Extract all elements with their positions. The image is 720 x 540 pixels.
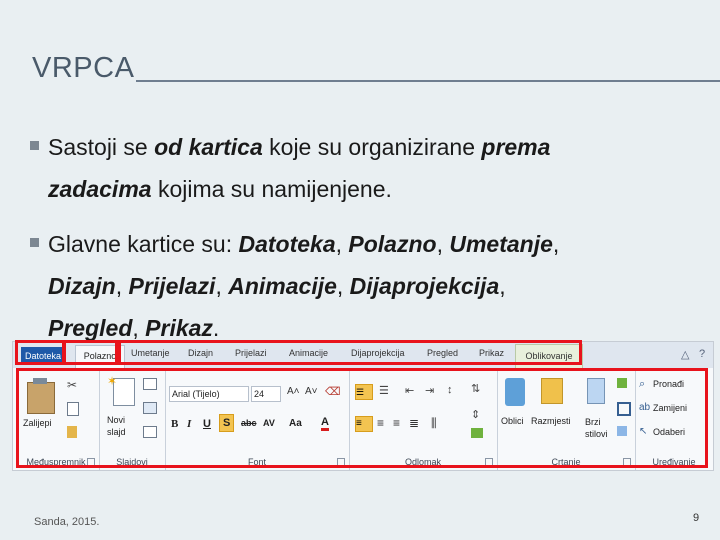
slide-title: VRPCA — [32, 52, 135, 84]
title-underline — [136, 80, 720, 82]
bullet-text-2: Glavne kartice su: Datoteka, Polazno, Um… — [48, 231, 560, 341]
page-number: 9 — [693, 512, 700, 524]
highlight-other-tabs — [118, 340, 582, 365]
bullet-text-1: Sastoji se od kartica koje su organizira… — [48, 134, 551, 202]
minimize-ribbon-icon[interactable]: △ — [681, 348, 689, 361]
highlight-home-tab — [62, 340, 118, 365]
footer-text: Sanda, 2015. — [34, 516, 100, 528]
highlight-file-tab — [15, 340, 66, 365]
bullet-marker — [30, 141, 39, 150]
highlight-ribbon-groups — [16, 368, 708, 468]
help-icon[interactable]: ? — [699, 348, 705, 360]
bullet-marker — [30, 238, 39, 247]
